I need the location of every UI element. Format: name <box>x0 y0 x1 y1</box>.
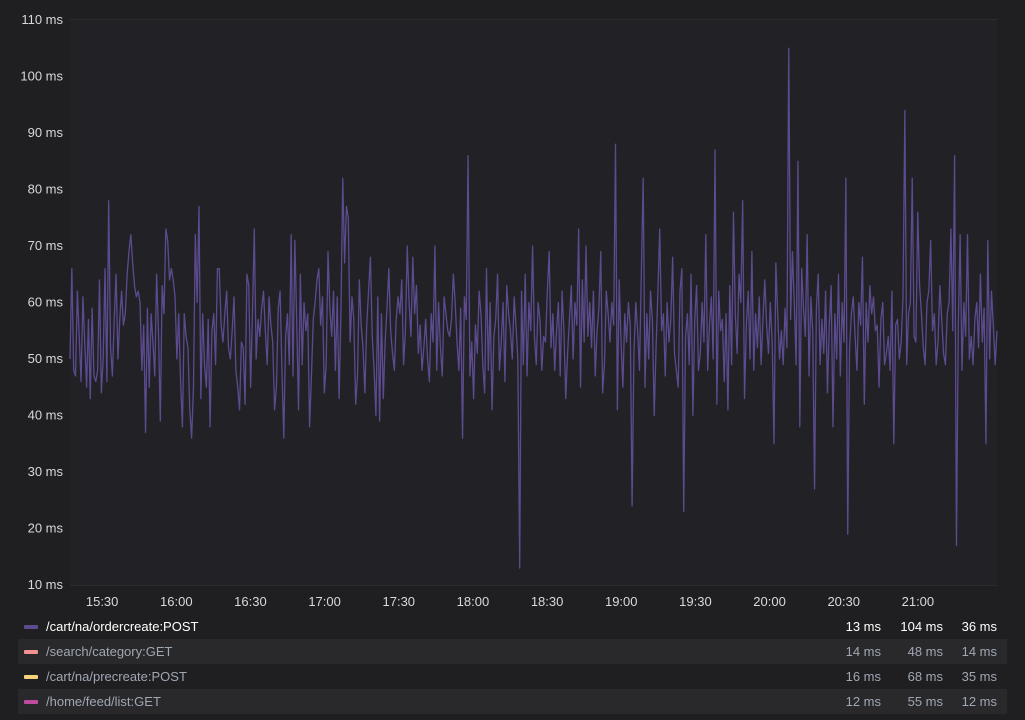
legend-max: 68 ms <box>907 669 943 684</box>
x-tick-label: 18:00 <box>457 594 490 609</box>
x-tick-label: 16:00 <box>160 594 193 609</box>
x-tick-label: 15:30 <box>86 594 119 609</box>
legend-min: 16 ms <box>845 669 881 684</box>
legend-row-feed-list[interactable]: /home/feed/list:GET 12 ms 55 ms 12 ms <box>18 689 1007 714</box>
y-axis-labels: 10 ms 20 ms 30 ms 40 ms 50 ms 60 ms 70 ms 80 ms… <box>20 12 63 592</box>
legend-current: 14 ms <box>961 644 997 659</box>
y-tick-label: 30 ms <box>28 464 64 479</box>
y-tick-label: 110 ms <box>21 12 63 27</box>
x-tick-label: 17:00 <box>308 594 341 609</box>
x-tick-label: 16:30 <box>234 594 267 609</box>
legend-swatch-icon <box>24 699 38 704</box>
legend-swatch-icon <box>24 674 38 679</box>
legend-current: 12 ms <box>961 694 997 709</box>
legend-current: 36 ms <box>961 619 997 634</box>
graph-panel: 10 ms 20 ms 30 ms 40 ms 50 ms 60 ms 70 ms 80 ms… <box>0 0 1025 720</box>
legend-row-search-category[interactable]: /search/category:GET 14 ms 48 ms 14 ms <box>18 639 1007 664</box>
legend-row-ordercreate[interactable]: /cart/na/ordercreate:POST 13 ms 104 ms 3… <box>18 614 1007 639</box>
legend-min: 12 ms <box>845 694 881 709</box>
legend-max: 48 ms <box>907 644 943 659</box>
y-tick-label: 100 ms <box>20 69 63 84</box>
y-tick-label: 70 ms <box>28 238 64 253</box>
legend-min: 13 ms <box>845 619 881 634</box>
y-tick-label: 60 ms <box>28 295 64 310</box>
legend-max: 55 ms <box>907 694 943 709</box>
legend-swatch-icon <box>24 649 38 654</box>
y-tick-label: 10 ms <box>28 577 64 592</box>
y-tick-label: 40 ms <box>28 408 64 423</box>
legend-min: 14 ms <box>845 644 881 659</box>
legend-series-name[interactable]: /cart/na/ordercreate:POST <box>46 614 819 639</box>
legend-max: 104 ms <box>900 619 943 634</box>
x-tick-label: 20:00 <box>753 594 786 609</box>
legend-swatch-icon <box>24 624 38 629</box>
legend-row-precreate[interactable]: /cart/na/precreate:POST 16 ms 68 ms 35 m… <box>18 664 1007 689</box>
legend-table: /cart/na/ordercreate:POST 13 ms 104 ms 3… <box>18 614 1007 714</box>
legend-current: 35 ms <box>961 669 997 684</box>
x-tick-label: 18:30 <box>531 594 564 609</box>
x-tick-label: 20:30 <box>827 594 860 609</box>
legend-series-name[interactable]: /home/feed/list:GET <box>46 689 819 714</box>
legend-series-name[interactable]: /cart/na/precreate:POST <box>46 664 819 689</box>
legend-series-name[interactable]: /search/category:GET <box>46 639 819 664</box>
latency-line-chart[interactable]: 10 ms 20 ms 30 ms 40 ms 50 ms 60 ms 70 ms 80 ms… <box>0 0 1025 614</box>
x-tick-label: 17:30 <box>383 594 416 609</box>
x-tick-label: 21:00 <box>902 594 935 609</box>
x-tick-label: 19:30 <box>679 594 712 609</box>
x-axis-labels: 15:30 16:00 16:30 17:00 17:30 18:00 18:30 19:00… <box>86 594 934 609</box>
y-tick-label: 80 ms <box>28 182 64 197</box>
y-tick-label: 20 ms <box>28 521 64 536</box>
y-tick-label: 90 ms <box>28 125 64 140</box>
x-tick-label: 19:00 <box>605 594 638 609</box>
y-tick-label: 50 ms <box>28 351 64 366</box>
